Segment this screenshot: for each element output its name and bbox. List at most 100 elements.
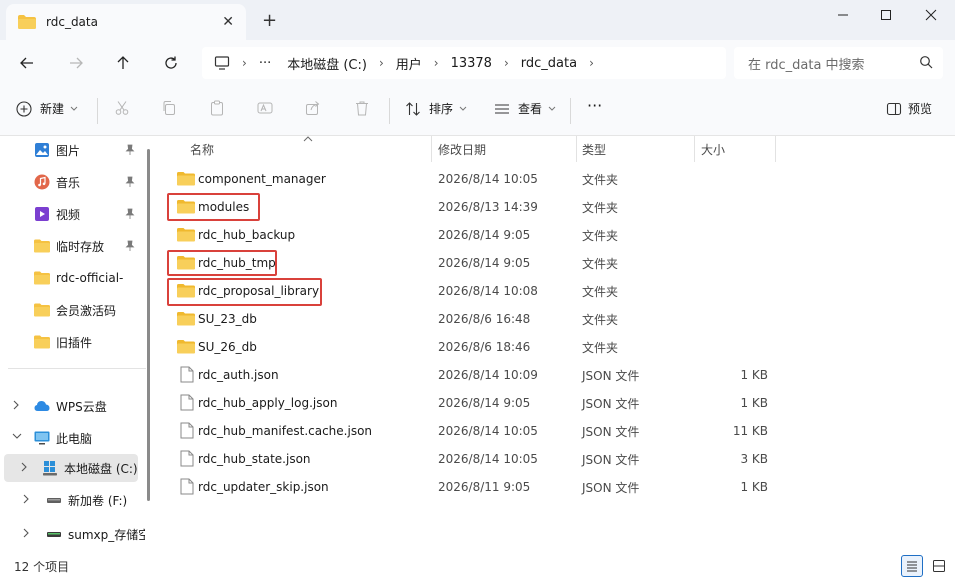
close-icon — [925, 9, 937, 21]
pin-icon[interactable] — [124, 240, 136, 252]
file-name: rdc_hub_manifest.cache.json — [198, 424, 373, 438]
folder-icon — [34, 239, 50, 253]
breadcrumb-item[interactable]: 用户 — [396, 54, 422, 73]
sidebar-item-music[interactable]: 音乐 — [0, 168, 145, 196]
tiles-view-button[interactable] — [928, 555, 950, 577]
search-icon — [920, 56, 933, 69]
chevron-right-icon[interactable]: › — [379, 56, 384, 70]
breadcrumb-item[interactable]: rdc_data — [521, 56, 577, 71]
file-row[interactable]: component_manager 2026/8/14 10:05 文件夹 — [168, 165, 778, 193]
sort-button[interactable]: 排序 — [405, 100, 467, 117]
rename-button[interactable] — [257, 100, 273, 116]
refresh-button[interactable] — [159, 52, 183, 74]
file-modified-date: 2026/8/14 9:05 — [438, 256, 531, 270]
breadcrumb-more[interactable]: ··· — [259, 56, 271, 71]
file-row[interactable]: rdc_hub_state.json 2026/8/14 10:05 JSON 文件… — [168, 445, 778, 473]
title-bar: rdc_data ✕ + — [0, 0, 955, 40]
sidebar-item-this-pc[interactable]: 此电脑 — [0, 424, 145, 452]
sidebar-item-label: WPS云盘 — [56, 399, 107, 414]
sidebar-item-temp[interactable]: 临时存放 — [0, 232, 145, 260]
search-placeholder: 在 rdc_data 中搜索 — [748, 57, 865, 73]
new-button[interactable]: 新建 — [16, 100, 78, 117]
file-row[interactable]: rdc_updater_skip.json 2026/8/11 9:05 JSON … — [168, 473, 778, 501]
chevron-right-icon[interactable] — [20, 462, 28, 472]
breadcrumb-item[interactable]: 13378 — [451, 56, 492, 71]
toolbar-divider — [389, 98, 390, 124]
pin-icon[interactable] — [124, 208, 136, 220]
cut-button[interactable] — [114, 100, 130, 116]
share-button[interactable] — [305, 100, 321, 116]
file-modified-date: 2026/8/14 10:05 — [438, 452, 538, 466]
chevron-right-icon[interactable] — [22, 494, 30, 504]
chevron-right-icon[interactable] — [12, 400, 20, 410]
back-button[interactable] — [15, 52, 39, 74]
sidebar-item-label: sumxp_存储空 — [68, 527, 145, 542]
maximize-button[interactable] — [871, 4, 901, 26]
chevron-right-icon[interactable]: › — [589, 56, 594, 70]
breadcrumb-item[interactable]: 本地磁盘 (C:) — [287, 54, 367, 73]
file-size: 3 KB — [740, 452, 768, 466]
pin-icon[interactable] — [124, 144, 136, 156]
rename-icon — [257, 102, 273, 114]
sidebar-item-pictures[interactable]: 图片 — [0, 136, 145, 164]
close-button[interactable] — [916, 4, 946, 26]
column-header-size[interactable]: 大小 — [695, 136, 775, 162]
file-row[interactable]: rdc_hub_manifest.cache.json 2026/8/14 10:… — [168, 417, 778, 445]
preview-button[interactable]: 预览 — [886, 100, 932, 117]
sidebar-scrollbar[interactable] — [147, 149, 150, 501]
file-type: 文件夹 — [582, 340, 619, 355]
sidebar-item-member-codes[interactable]: 会员激活码 — [0, 296, 145, 324]
sidebar-item-local-disk-c[interactable]: 本地磁盘 (C:) — [4, 454, 138, 482]
pin-icon[interactable] — [124, 176, 136, 188]
file-size: 1 KB — [740, 368, 768, 382]
tab-title: rdc_data — [46, 15, 98, 29]
sidebar-item-rdc-official[interactable]: rdc-official- — [0, 264, 145, 292]
json-file-icon — [180, 422, 194, 442]
search-input[interactable]: 在 rdc_data 中搜索 — [734, 47, 943, 79]
chevron-down-icon — [548, 106, 556, 111]
chevron-right-icon[interactable]: › — [504, 56, 509, 70]
file-row[interactable]: SU_26_db 2026/8/6 18:46 文件夹 — [168, 333, 778, 361]
column-header-date[interactable]: 修改日期 — [432, 136, 576, 162]
forward-button[interactable] — [64, 52, 88, 74]
file-row[interactable]: rdc_auth.json 2026/8/14 10:09 JSON 文件 1 KB — [168, 361, 778, 389]
file-row[interactable]: rdc_hub_apply_log.json 2026/8/14 9:05 JSON… — [168, 389, 778, 417]
file-modified-date: 2026/8/14 10:05 — [438, 424, 538, 438]
column-header-type[interactable]: 类型 — [576, 136, 694, 162]
tab-close-icon[interactable]: ✕ — [222, 14, 234, 30]
new-tab-button[interactable]: + — [262, 10, 277, 31]
minimize-button[interactable] — [828, 4, 858, 26]
file-modified-date: 2026/8/14 10:08 — [438, 284, 538, 298]
file-row[interactable]: rdc_hub_backup 2026/8/14 9:05 文件夹 — [168, 221, 778, 249]
column-divider[interactable] — [775, 136, 776, 162]
file-row[interactable]: SU_23_db 2026/8/6 16:48 文件夹 — [168, 305, 778, 333]
paste-button[interactable] — [209, 100, 225, 116]
highlight-box — [167, 193, 260, 221]
delete-button[interactable] — [354, 100, 370, 116]
copy-button[interactable] — [161, 100, 177, 116]
chevron-down-icon[interactable] — [12, 432, 22, 440]
more-options-button[interactable]: ··· — [587, 96, 602, 115]
file-modified-date: 2026/8/11 9:05 — [438, 480, 531, 494]
column-header-name[interactable]: 名称 — [184, 136, 432, 162]
details-view-button[interactable] — [901, 555, 923, 577]
chevron-right-icon[interactable] — [22, 528, 30, 538]
highlight-box — [167, 278, 322, 306]
arrow-up-icon — [117, 56, 129, 69]
arrow-left-icon — [20, 57, 33, 69]
sidebar-item-sumxp-storage[interactable]: sumxp_存储空 — [0, 520, 145, 548]
toolbar-divider — [570, 98, 571, 124]
sidebar-item-old-plugins[interactable]: 旧插件 — [0, 328, 145, 356]
address-bar[interactable]: › ··· 本地磁盘 (C:) › 用户 › 13378 › rdc_data … — [202, 47, 726, 79]
toolbar-divider — [97, 98, 98, 124]
chevron-right-icon[interactable]: › — [434, 56, 439, 70]
view-button[interactable]: 查看 — [494, 100, 556, 117]
up-button[interactable] — [111, 52, 135, 74]
file-size: 1 KB — [740, 396, 768, 410]
folder-icon — [34, 335, 50, 349]
tab-rdc-data[interactable]: rdc_data ✕ — [6, 4, 246, 40]
sidebar-item-wps-cloud[interactable]: WPS云盘 — [0, 392, 145, 420]
sidebar-item-videos[interactable]: 视频 — [0, 200, 145, 228]
sidebar-item-new-volume-f[interactable]: 新加卷 (F:) — [0, 486, 145, 514]
view-icon — [495, 103, 509, 114]
